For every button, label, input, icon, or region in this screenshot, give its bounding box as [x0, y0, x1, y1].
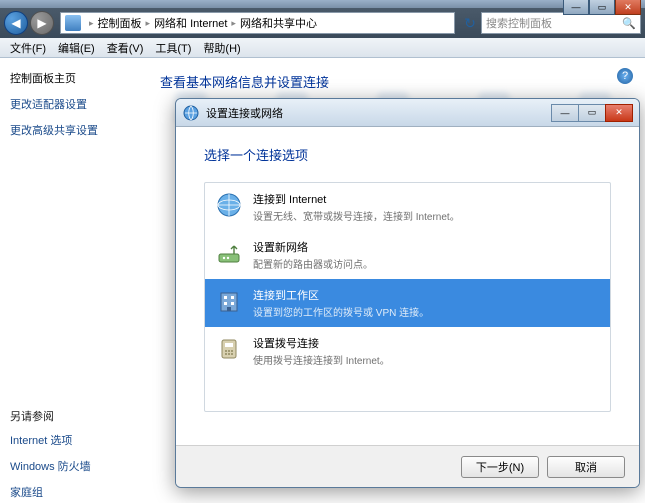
menu-help[interactable]: 帮助(H) — [197, 40, 246, 56]
sidebar-link-adapter-settings[interactable]: 更改适配器设置 — [10, 96, 130, 112]
option-connect-workplace[interactable]: 连接到工作区 设置到您的工作区的拨号或 VPN 连接。 — [205, 279, 610, 327]
menu-file[interactable]: 文件(F) — [4, 40, 52, 56]
dialog-title: 设置连接或网络 — [206, 105, 552, 121]
breadcrumb-item[interactable]: 网络和共享中心 — [240, 15, 317, 31]
nav-back-button[interactable]: ◀ — [4, 11, 28, 35]
sidebar-link-internet-options[interactable]: Internet 选项 — [10, 432, 130, 448]
window-minimize-button[interactable]: — — [563, 0, 589, 15]
help-icon[interactable]: ? — [617, 68, 633, 84]
cancel-button[interactable]: 取消 — [547, 456, 625, 478]
page-title: 查看基本网络信息并设置连接 — [160, 72, 625, 91]
option-subtitle: 设置到您的工作区的拨号或 VPN 连接。 — [253, 304, 429, 319]
breadcrumb[interactable]: ▸ 控制面板 ▸ 网络和 Internet ▸ 网络和共享中心 — [60, 12, 455, 34]
network-icon — [182, 104, 200, 122]
menu-edit[interactable]: 编辑(E) — [52, 40, 101, 56]
search-icon: 🔍 — [622, 17, 636, 30]
dialog-footer: 下一步(N) 取消 — [176, 445, 639, 487]
option-title: 设置新网络 — [253, 239, 373, 255]
phone-icon — [215, 335, 243, 363]
sidebar-heading: 控制面板主页 — [10, 70, 130, 86]
option-title: 设置拨号连接 — [253, 335, 390, 351]
option-connect-internet[interactable]: 连接到 Internet 设置无线、宽带或拨号连接，连接到 Internet。 — [205, 183, 610, 231]
window-maximize-button[interactable]: ▭ — [589, 0, 615, 15]
dialog-titlebar[interactable]: 设置连接或网络 — ▭ ✕ — [176, 99, 639, 127]
window-chrome: — ▭ ✕ — [0, 0, 645, 8]
search-placeholder: 搜索控制面板 — [486, 15, 552, 31]
dialog-close-button[interactable]: ✕ — [605, 104, 633, 122]
breadcrumb-item[interactable]: 网络和 Internet — [154, 15, 227, 31]
option-subtitle: 配置新的路由器或访问点。 — [253, 256, 373, 271]
dialog-body: 选择一个连接选项 连接到 Internet 设置无线、宽带或拨号连接，连接到 I… — [176, 127, 639, 412]
refresh-button[interactable]: ↻ — [459, 13, 481, 33]
connection-option-list: 连接到 Internet 设置无线、宽带或拨号连接，连接到 Internet。 … — [204, 182, 611, 412]
control-panel-icon — [65, 15, 81, 31]
chevron-right-icon: ▸ — [231, 18, 236, 29]
chevron-right-icon: ▸ — [146, 18, 151, 29]
search-input[interactable]: 搜索控制面板 🔍 — [481, 12, 641, 34]
sidebar-link-advanced-sharing[interactable]: 更改高级共享设置 — [10, 122, 130, 138]
option-subtitle: 使用拨号连接连接到 Internet。 — [253, 352, 390, 367]
breadcrumb-item[interactable]: 控制面板 — [98, 15, 142, 31]
setup-connection-dialog: 设置连接或网络 — ▭ ✕ 选择一个连接选项 连接到 Internet 设置无线… — [175, 98, 640, 488]
option-title: 连接到 Internet — [253, 191, 460, 207]
window-close-button[interactable]: ✕ — [615, 0, 641, 15]
dialog-minimize-button[interactable]: — — [551, 104, 579, 122]
router-icon — [215, 239, 243, 267]
next-button[interactable]: 下一步(N) — [461, 456, 539, 478]
option-setup-dialup[interactable]: 设置拨号连接 使用拨号连接连接到 Internet。 — [205, 327, 610, 375]
menu-view[interactable]: 查看(V) — [101, 40, 150, 56]
chevron-right-icon: ▸ — [89, 18, 94, 29]
sidebar-see-also-heading: 另请参阅 — [10, 408, 130, 424]
menu-bar: 文件(F) 编辑(E) 查看(V) 工具(T) 帮助(H) — [0, 38, 645, 58]
menu-tools[interactable]: 工具(T) — [149, 40, 197, 56]
building-icon — [215, 287, 243, 315]
nav-bar: ◀ ▶ ▸ 控制面板 ▸ 网络和 Internet ▸ 网络和共享中心 ↻ 搜索… — [0, 8, 645, 38]
globe-icon — [215, 191, 243, 219]
nav-forward-button[interactable]: ▶ — [30, 11, 54, 35]
option-setup-new-network[interactable]: 设置新网络 配置新的路由器或访问点。 — [205, 231, 610, 279]
sidebar-link-windows-firewall[interactable]: Windows 防火墙 — [10, 458, 130, 474]
dialog-heading: 选择一个连接选项 — [204, 145, 611, 164]
option-subtitle: 设置无线、宽带或拨号连接，连接到 Internet。 — [253, 208, 460, 223]
option-title: 连接到工作区 — [253, 287, 429, 303]
dialog-maximize-button[interactable]: ▭ — [578, 104, 606, 122]
sidebar-link-homegroup[interactable]: 家庭组 — [10, 484, 130, 500]
sidebar: 控制面板主页 更改适配器设置 更改高级共享设置 另请参阅 Internet 选项… — [0, 58, 140, 503]
